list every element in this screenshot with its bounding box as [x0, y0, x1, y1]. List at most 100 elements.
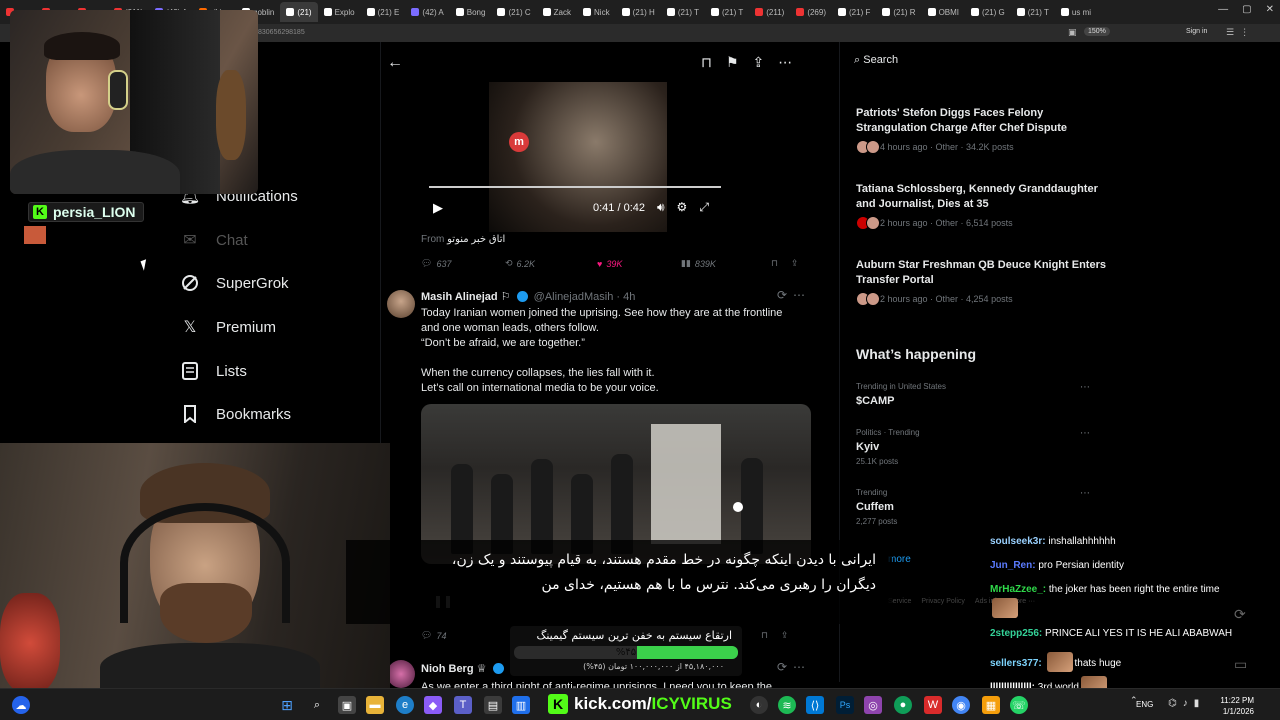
- search-box[interactable]: ⌕ Search: [854, 54, 898, 67]
- more-options-icon[interactable]: ⋯: [1080, 428, 1090, 439]
- app-icon[interactable]: ▤: [484, 696, 502, 714]
- browser-tab[interactable]: OBMI: [922, 2, 965, 22]
- like-button[interactable]: ♥ 39K: [597, 258, 681, 269]
- video-control-icons[interactable]: 🔊︎⚙⤢: [657, 200, 721, 215]
- more-options-icon[interactable]: ⋯: [778, 54, 792, 71]
- browser-tab[interactable]: (21) G: [965, 2, 1011, 22]
- chat-refresh-icon[interactable]: ⟳: [1234, 606, 1246, 623]
- author-name[interactable]: Nioh Berg: [421, 663, 474, 675]
- nav-lists[interactable]: Lists: [180, 361, 247, 381]
- whatsapp-icon[interactable]: ☏: [1010, 696, 1028, 714]
- window-controls[interactable]: — ▢ ✕: [1218, 4, 1274, 15]
- news-item[interactable]: Patriots' Stefon Diggs Faces Felony Stra…: [856, 106, 1106, 154]
- chat-message[interactable]: soulseek3r: inshallahhhhhh: [990, 536, 1116, 547]
- chat-message[interactable]: 2stepp256: PRINCE ALI YES IT IS HE ALI A…: [990, 628, 1232, 639]
- bookmark-icon[interactable]: ⊓: [701, 54, 712, 71]
- more-options-icon[interactable]: ⟳⋯: [777, 660, 811, 674]
- nav-chat[interactable]: ✉ Chat: [180, 230, 247, 250]
- report-flag-icon[interactable]: ⚑: [726, 54, 739, 71]
- news-item[interactable]: Auburn Star Freshman QB Deuce Knight Ent…: [856, 258, 1106, 306]
- browser-tab[interactable]: (21) T: [661, 2, 705, 22]
- app-icon[interactable]: ●: [894, 696, 912, 714]
- trend-item[interactable]: Trending in United States $CAMP ⋯: [856, 382, 1096, 407]
- teams-icon[interactable]: T: [454, 696, 472, 714]
- sign-in-button[interactable]: Sign in: [1186, 28, 1207, 35]
- browser-tab[interactable]: (21) T: [1011, 2, 1055, 22]
- trend-item[interactable]: Politics · Trending Kyiv 25.1K posts ⋯: [856, 428, 1096, 466]
- repost-button[interactable]: ⟲ 6.2K: [505, 258, 597, 269]
- more-options-icon[interactable]: ⋯: [1080, 488, 1090, 499]
- zoom-level-badge[interactable]: 150%: [1084, 27, 1110, 36]
- url-fragment[interactable]: 830656298185: [258, 29, 305, 36]
- photoshop-icon[interactable]: Ps: [836, 696, 854, 714]
- chat-message[interactable]: sellers377: thats huge: [990, 652, 1121, 672]
- news-item[interactable]: Tatiana Schlossberg, Kennedy Granddaught…: [856, 182, 1106, 230]
- chat-username[interactable]: 2stepp256:: [990, 628, 1045, 639]
- app-icon[interactable]: ◎: [864, 696, 882, 714]
- author-handle[interactable]: @AlinejadMasih · 4h: [534, 291, 636, 303]
- footer-link[interactable]: Privacy Policy: [921, 598, 965, 605]
- edge-icon[interactable]: e: [396, 696, 414, 714]
- browser-tab[interactable]: us mi: [1055, 2, 1097, 22]
- browser-tab[interactable]: (269): [790, 2, 832, 22]
- browser-tab[interactable]: (21) R: [876, 2, 921, 22]
- system-clock[interactable]: 11:22 PM 1/1/2026: [1212, 695, 1254, 717]
- back-arrow-icon[interactable]: ←: [387, 54, 403, 72]
- bookmark-icon[interactable]: ⊓: [761, 630, 781, 641]
- browser-tab[interactable]: Explo: [318, 2, 361, 22]
- maximize-icon[interactable]: ▢: [1242, 4, 1251, 15]
- video-progress-bar[interactable]: [429, 186, 721, 188]
- app-icon[interactable]: ▥: [512, 696, 530, 714]
- bookmark-icon[interactable]: ⊓: [771, 258, 791, 269]
- weather-icon[interactable]: ☁: [12, 696, 30, 714]
- chat-message-icon[interactable]: ▭: [1234, 656, 1247, 673]
- nav-premium[interactable]: 𝕏 Premium: [180, 317, 276, 337]
- play-icon[interactable]: ▶: [433, 200, 443, 216]
- views-button[interactable]: ▮▮ 839K: [681, 258, 771, 269]
- network-volume-icons[interactable]: ⌬♪▮: [1168, 698, 1205, 709]
- browser-tab[interactable]: (211): [749, 2, 790, 22]
- avatar[interactable]: [387, 290, 415, 318]
- close-icon[interactable]: ✕: [1266, 4, 1274, 15]
- file-explorer-icon[interactable]: ▬: [366, 696, 384, 714]
- browser-menu-icon[interactable]: ☰⋮: [1226, 27, 1255, 38]
- chat-username[interactable]: MrHaZzee_:: [990, 584, 1049, 595]
- app-icon[interactable]: W: [924, 696, 942, 714]
- share-icon[interactable]: ⇪: [753, 54, 765, 71]
- nav-supergrok[interactable]: SuperGrok: [180, 273, 289, 293]
- browser-tab[interactable]: (21) E: [361, 2, 406, 22]
- browser-tab[interactable]: (21) T: [705, 2, 749, 22]
- chat-username[interactable]: soulseek3r:: [990, 536, 1048, 547]
- browser-tab[interactable]: (21) H: [616, 2, 661, 22]
- task-view-icon[interactable]: ▣: [338, 696, 356, 714]
- trend-item[interactable]: Trending Cuffem 2,277 posts ⋯: [856, 488, 1096, 526]
- language-indicator[interactable]: ENG: [1136, 700, 1153, 709]
- windows-start-icon[interactable]: ⊞: [278, 696, 296, 714]
- browser-tab[interactable]: (21) F: [832, 2, 876, 22]
- install-icon[interactable]: ▣: [1068, 27, 1077, 38]
- share-icon[interactable]: ⇪: [781, 630, 789, 641]
- browser-tab[interactable]: (21): [280, 2, 318, 22]
- vscode-icon[interactable]: ⟨⟩: [806, 696, 824, 714]
- nav-bookmarks[interactable]: Bookmarks: [180, 404, 291, 424]
- source-account[interactable]: اتاق خبر منوتو: [447, 234, 505, 245]
- share-icon[interactable]: ⇪: [791, 258, 799, 269]
- chat-username[interactable]: Jun_Ren:: [990, 560, 1038, 571]
- browser-tab[interactable]: (42) A: [405, 2, 449, 22]
- more-options-icon[interactable]: ⟳⋯: [777, 288, 811, 302]
- reply-button[interactable]: 💬︎ 637: [421, 258, 505, 269]
- chrome-icon[interactable]: ◉: [952, 696, 970, 714]
- scrub-handle[interactable]: [733, 502, 743, 512]
- browser-tab[interactable]: (21) C: [491, 2, 536, 22]
- more-options-icon[interactable]: ⋯: [1080, 382, 1090, 393]
- author-name[interactable]: Masih Alinejad: [421, 291, 498, 303]
- app-icon[interactable]: ▦: [982, 696, 1000, 714]
- browser-tab[interactable]: Zack: [537, 2, 577, 22]
- video-player[interactable]: m ▶ 0:41 / 0:42 🔊︎⚙⤢: [429, 82, 729, 232]
- search-icon[interactable]: ⌕: [308, 696, 326, 714]
- copilot-icon[interactable]: ◆: [424, 696, 442, 714]
- chat-message[interactable]: Jun_Ren: pro Persian identity: [990, 560, 1124, 571]
- chat-username[interactable]: sellers377:: [990, 658, 1045, 669]
- chat-message[interactable]: MrHaZzee_: the joker has been right the …: [990, 584, 1220, 595]
- browser-tab[interactable]: Bong: [450, 2, 492, 22]
